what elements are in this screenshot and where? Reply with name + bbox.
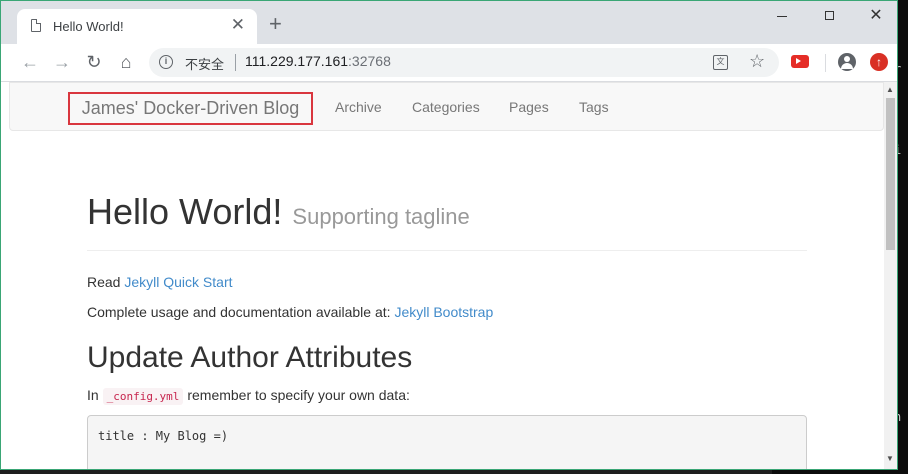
page-viewport: James' Docker-Driven Blog Archive Catego… [1, 82, 897, 469]
post-title: Hello World! [87, 191, 283, 232]
window-close-button[interactable]: ✕ [853, 5, 897, 27]
bookmark-star-icon[interactable]: ☆ [749, 51, 765, 71]
site-brand-link[interactable]: James' Docker-Driven Blog [68, 92, 313, 125]
nav-archive-link[interactable]: Archive [335, 99, 382, 115]
scroll-thumb[interactable] [886, 98, 895, 250]
text: Complete usage and documentation availab… [87, 304, 395, 320]
url-port: :32768 [348, 53, 391, 69]
nav-categories-link[interactable]: Categories [412, 99, 480, 115]
address-bar[interactable]: i 不安全 111.229.177.161:32768 文 ☆ [149, 48, 779, 77]
site-navbar: James' Docker-Driven Blog Archive Catego… [9, 82, 884, 131]
info-icon[interactable]: i [159, 55, 173, 69]
update-icon[interactable]: ↑ [870, 53, 888, 71]
code-block: title : My Blog =) [87, 415, 807, 469]
divider [235, 54, 236, 71]
inline-code: _config.yml [102, 388, 184, 405]
new-tab-button[interactable]: + [269, 13, 282, 35]
page-title: Hello World! Supporting tagline [87, 191, 470, 233]
forward-arrow-icon[interactable]: → [51, 52, 73, 72]
page-scrollbar[interactable]: ▲ ▼ [884, 82, 897, 469]
home-icon[interactable]: ⌂ [115, 52, 137, 72]
divider [825, 54, 826, 72]
reload-icon[interactable]: ↻ [83, 52, 105, 72]
text: In [87, 387, 103, 403]
scroll-up-arrow-icon[interactable]: ▲ [886, 85, 894, 94]
text: Read [87, 274, 125, 290]
close-icon[interactable]: ✕ [231, 16, 245, 33]
page-icon [31, 19, 41, 32]
text: remember to specify your own data: [183, 387, 410, 403]
tab-bar: Hello World! ✕ + ✕ [1, 1, 897, 44]
section-heading: Update Author Attributes [87, 341, 413, 374]
maximize-button[interactable] [806, 5, 852, 27]
browser-toolbar: ← → ↻ ⌂ i 不安全 111.229.177.161:32768 文 ☆ … [1, 44, 897, 82]
nav-pages-link[interactable]: Pages [509, 99, 549, 115]
security-status[interactable]: 不安全 [185, 54, 224, 73]
url-host: 111.229.177.161 [245, 53, 349, 69]
code-line: title : My Blog =) [98, 429, 229, 443]
translate-icon[interactable]: 文 [713, 55, 728, 70]
paragraph-config: In _config.yml remember to specify your … [87, 387, 410, 405]
divider [87, 250, 807, 251]
minimize-button[interactable] [759, 5, 805, 27]
jekyll-bootstrap-link[interactable]: Jekyll Bootstrap [394, 304, 493, 320]
youtube-extension-icon[interactable] [791, 55, 809, 68]
url-text[interactable]: 111.229.177.161:32768 [245, 53, 391, 69]
profile-avatar-icon[interactable] [838, 53, 856, 71]
scroll-down-arrow-icon[interactable]: ▼ [886, 454, 894, 463]
paragraph-docs: Complete usage and documentation availab… [87, 304, 493, 320]
back-arrow-icon[interactable]: ← [19, 52, 41, 72]
browser-window: Hello World! ✕ + ✕ ← → ↻ ⌂ i 不安全 111.229… [0, 0, 898, 470]
nav-tags-link[interactable]: Tags [579, 99, 609, 115]
tab-hello-world[interactable]: Hello World! ✕ [17, 9, 257, 44]
tab-title: Hello World! [53, 19, 124, 34]
jekyll-quick-start-link[interactable]: Jekyll Quick Start [124, 274, 232, 290]
post-tagline: Supporting tagline [292, 204, 470, 229]
paragraph-read: Read Jekyll Quick Start [87, 274, 233, 290]
